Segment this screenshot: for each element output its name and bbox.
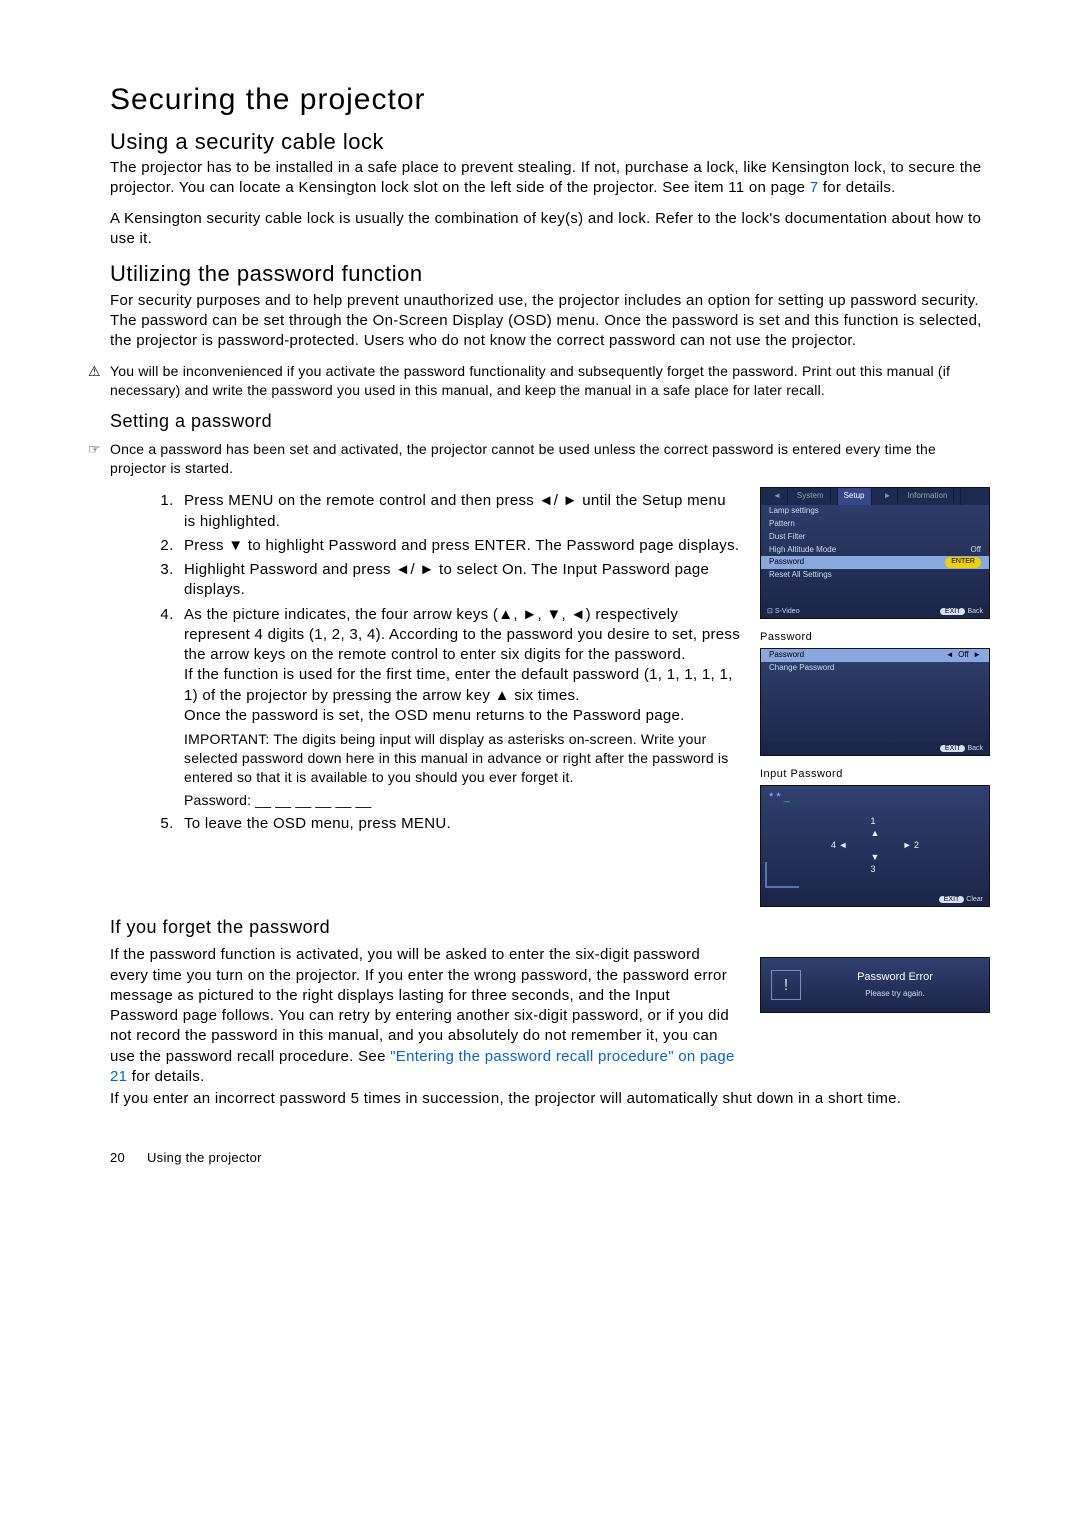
- osd-setup-menu: ◄System Setup ►Information Lamp settings…: [760, 487, 990, 619]
- section-password-heading: Utilizing the password function: [110, 259, 990, 289]
- password-error-box: ! Password Error Please try again.: [760, 957, 990, 1013]
- pointer-icon: ☞: [88, 440, 101, 459]
- enter-badge: ENTER: [945, 557, 981, 568]
- osd-tab-information: ►Information: [872, 488, 962, 505]
- setting-password-steps: Press MENU on the remote control and the…: [110, 491, 740, 834]
- osd-input-password: Input Password * * _ 1▲ ► 2 ▼3 4 ◄ EXIT …: [760, 764, 990, 907]
- page-number: 20: [110, 1150, 125, 1165]
- info-note: ☞ Once a password has been set and activ…: [110, 440, 990, 478]
- warning-icon: !: [771, 970, 801, 1000]
- page-title: Securing the projector: [110, 80, 990, 121]
- osd-tab-setup: Setup: [838, 488, 872, 505]
- osd-password-toggle: Password ◄ Off ►: [761, 649, 989, 662]
- osd-source: ⊡ S-Video: [767, 607, 800, 616]
- osd-tab-system: ◄System: [761, 488, 838, 505]
- dpad-diagram: 1▲ ► 2 ▼3 4 ◄: [815, 815, 935, 875]
- important-note: IMPORTANT: The digits being input will d…: [184, 730, 740, 787]
- page-footer: 20 Using the projector: [110, 1149, 990, 1167]
- step-3: Highlight Password and press ◄/ ► to sel…: [178, 560, 740, 601]
- step-5: To leave the OSD menu, press MENU.: [178, 814, 740, 834]
- decoration: [765, 862, 799, 888]
- password-asterisks: * * _: [761, 786, 989, 809]
- step-4: As the picture indicates, the four arrow…: [178, 605, 740, 810]
- paragraph: A Kensington security cable lock is usua…: [110, 209, 990, 250]
- password-blank-line: Password: __ __ __ __ __ __: [184, 791, 740, 810]
- step-2: Press ▼ to highlight Password and press …: [178, 536, 740, 556]
- footer-section: Using the projector: [147, 1150, 262, 1165]
- paragraph: If you enter an incorrect password 5 tim…: [110, 1089, 990, 1109]
- osd-password-row: PasswordENTER: [761, 556, 989, 569]
- paragraph: The projector has to be installed in a s…: [110, 158, 990, 199]
- step-1: Press MENU on the remote control and the…: [178, 491, 740, 532]
- setting-password-heading: Setting a password: [110, 409, 990, 433]
- paragraph: For security purposes and to help preven…: [110, 291, 990, 352]
- warning-note: ⚠ You will be inconvenienced if you acti…: [110, 362, 990, 400]
- warning-icon: ⚠: [88, 362, 101, 381]
- paragraph: If the password function is activated, y…: [110, 945, 740, 1087]
- section-security-lock-heading: Using a security cable lock: [110, 127, 990, 157]
- osd-password-menu: Password Password ◄ Off ► Change Passwor…: [760, 627, 990, 756]
- forget-password-heading: If you forget the password: [110, 915, 990, 939]
